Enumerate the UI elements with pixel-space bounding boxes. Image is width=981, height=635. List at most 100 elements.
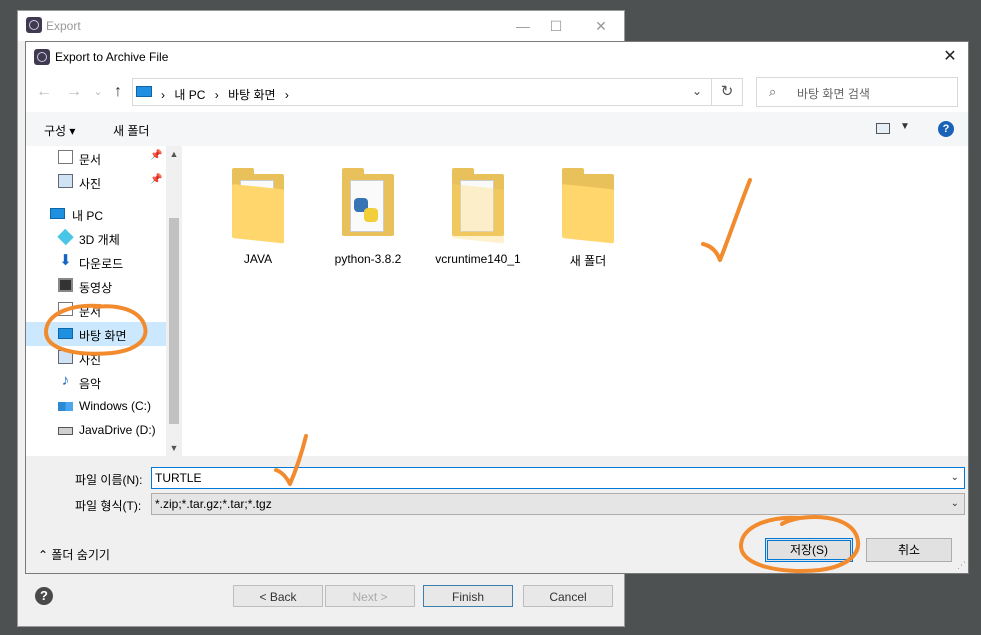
- hide-folders-toggle[interactable]: ⌃ 폴더 숨기기: [38, 546, 110, 563]
- new-folder-button[interactable]: 새 폴더: [113, 122, 149, 139]
- pc-icon: [50, 208, 65, 219]
- file-name-value: TURTLE: [155, 471, 202, 485]
- folder-item-new-folder[interactable]: 새 폴더: [548, 160, 628, 270]
- folder-name: vcruntime140_1: [435, 252, 521, 266]
- search-placeholder: 바탕 화면 검색: [797, 87, 870, 101]
- document-icon: [58, 150, 73, 164]
- breadcrumb-item-desktop[interactable]: 바탕 화면: [228, 88, 276, 102]
- folder-icon-front: [232, 184, 284, 244]
- folder-item-java[interactable]: JAVA: [218, 160, 298, 270]
- finish-button[interactable]: Finish: [423, 585, 513, 607]
- scrollbar-thumb[interactable]: [169, 218, 179, 424]
- folder-name: python-3.8.2: [334, 252, 402, 266]
- help-icon[interactable]: ?: [938, 121, 954, 137]
- nav-item-pictures[interactable]: 사진: [26, 346, 166, 370]
- nav-item-videos[interactable]: 동영상: [26, 274, 166, 298]
- folder-icon-front: [452, 184, 504, 244]
- organize-menu[interactable]: 구성 ▾: [44, 122, 75, 139]
- export-wizard-titlebar: Export — ☐ ✕: [18, 11, 624, 41]
- nav-item-label: 문서: [79, 305, 102, 319]
- file-type-select[interactable]: *.zip;*.tar.gz;*.tar;*.tgz ⌄: [151, 493, 965, 515]
- help-icon[interactable]: ?: [35, 587, 53, 605]
- view-options-icon[interactable]: [876, 123, 890, 134]
- file-name-input[interactable]: TURTLE ⌄: [151, 467, 965, 489]
- address-bar[interactable]: › 내 PC › 바탕 화면 › ⌄: [132, 78, 743, 106]
- file-list[interactable]: JAVA python-3.8.2 vcruntime140_1 새 폴더: [183, 146, 968, 456]
- drive-icon: [58, 427, 73, 435]
- python-logo-icon: [354, 198, 378, 222]
- video-icon: [58, 278, 73, 292]
- download-icon: ⬇: [59, 252, 72, 269]
- chevron-down-icon[interactable]: ⌄: [951, 498, 959, 509]
- nav-item-label: Windows (C:): [79, 399, 152, 413]
- pictures-icon: [58, 174, 73, 188]
- music-icon: ♪: [61, 372, 70, 389]
- scroll-down-icon[interactable]: ▼: [166, 440, 182, 456]
- breadcrumb: › 내 PC › 바탕 화면 ›: [161, 86, 295, 103]
- desktop-icon: [58, 328, 73, 339]
- resize-grip-icon[interactable]: ⋰: [957, 560, 966, 571]
- folder-item-vcruntime[interactable]: vcruntime140_1: [435, 160, 521, 270]
- nav-item-this-pc[interactable]: 내 PC: [26, 202, 166, 226]
- recent-locations-icon[interactable]: ⌄: [88, 81, 108, 103]
- folder-name: JAVA: [243, 252, 273, 266]
- navigation-pane: 문서 📌 사진 📌 내 PC 3D 개체 ⬇ 다운로드 동영상 문서 바탕 화면…: [26, 146, 182, 456]
- save-options-panel: 파일 이름(N): TURTLE ⌄ 파일 형식(T): *.zip;*.tar…: [26, 456, 968, 573]
- save-button[interactable]: 저장(S): [765, 538, 853, 562]
- export-wizard-button-bar: ? < Back Next > Finish Cancel: [18, 567, 624, 626]
- close-icon[interactable]: ✕: [586, 15, 616, 37]
- nav-item-pictures-pinned[interactable]: 사진 📌: [26, 170, 166, 194]
- pictures-icon: [58, 350, 73, 364]
- forward-arrow-icon[interactable]: →: [64, 81, 84, 103]
- maximize-icon[interactable]: ☐: [541, 15, 571, 37]
- refresh-icon[interactable]: ↻: [711, 78, 743, 106]
- nav-item-label: 바탕 화면: [79, 329, 127, 343]
- back-arrow-icon[interactable]: ←: [34, 81, 54, 103]
- nav-item-javadrive-d[interactable]: JavaDrive (D:): [26, 418, 166, 442]
- file-type-value: *.zip;*.tar.gz;*.tar;*.tgz: [155, 497, 272, 511]
- next-button[interactable]: Next >: [325, 585, 415, 607]
- eclipse-app-icon: [26, 17, 42, 33]
- pc-icon: [136, 86, 152, 97]
- pin-icon: 📌: [150, 174, 163, 185]
- minimize-icon[interactable]: —: [508, 15, 538, 37]
- wizard-cancel-button[interactable]: Cancel: [523, 585, 613, 607]
- document-icon: [58, 302, 73, 316]
- nav-item-label: 음악: [79, 377, 102, 391]
- back-button[interactable]: < Back: [233, 585, 323, 607]
- file-type-label: 파일 형식(T):: [75, 499, 142, 513]
- 3d-objects-icon: [57, 228, 74, 246]
- folder-item-python[interactable]: python-3.8.2: [328, 160, 408, 270]
- folder-name: 새 폴더: [569, 254, 607, 268]
- nav-item-label: 동영상: [79, 281, 113, 295]
- breadcrumb-separator: ›: [161, 88, 165, 102]
- chevron-down-icon[interactable]: ▼: [900, 121, 910, 132]
- nav-item-label: 내 PC: [72, 209, 104, 223]
- nav-item-documents[interactable]: 문서: [26, 298, 166, 322]
- dialog-titlebar: Export to Archive File ✕: [26, 42, 968, 72]
- nav-item-label: JavaDrive (D:): [79, 423, 156, 437]
- eclipse-app-icon: [34, 49, 50, 65]
- nav-item-documents-pinned[interactable]: 문서 📌: [26, 146, 166, 170]
- breadcrumb-item-pc[interactable]: 내 PC: [174, 88, 205, 102]
- windows-drive-icon: [58, 402, 73, 411]
- nav-item-downloads[interactable]: ⬇ 다운로드: [26, 250, 166, 274]
- nav-item-windows-c[interactable]: Windows (C:): [26, 394, 166, 418]
- nav-item-3d-objects[interactable]: 3D 개체: [26, 226, 166, 250]
- search-input[interactable]: ⌕ 바탕 화면 검색: [756, 77, 958, 107]
- nav-item-label: 사진: [79, 177, 102, 191]
- chevron-down-icon[interactable]: ⌄: [951, 472, 959, 483]
- folder-icon-front: [562, 184, 614, 244]
- chevron-down-icon[interactable]: ⌄: [692, 84, 702, 98]
- nav-item-music[interactable]: ♪ 음악: [26, 370, 166, 394]
- cancel-button[interactable]: 취소: [866, 538, 952, 562]
- close-icon[interactable]: ✕: [938, 46, 962, 68]
- up-arrow-icon[interactable]: ↑: [108, 81, 128, 103]
- scroll-up-icon[interactable]: ▲: [166, 146, 182, 162]
- breadcrumb-separator[interactable]: ›: [285, 88, 289, 102]
- export-archive-dialog: Export to Archive File ✕ ← → ⌄ ↑ › 내 PC …: [25, 41, 969, 574]
- nav-item-label: 3D 개체: [79, 233, 120, 247]
- nav-item-label: 문서: [79, 153, 102, 167]
- nav-item-desktop[interactable]: 바탕 화면: [26, 322, 166, 346]
- breadcrumb-separator: ›: [214, 88, 219, 102]
